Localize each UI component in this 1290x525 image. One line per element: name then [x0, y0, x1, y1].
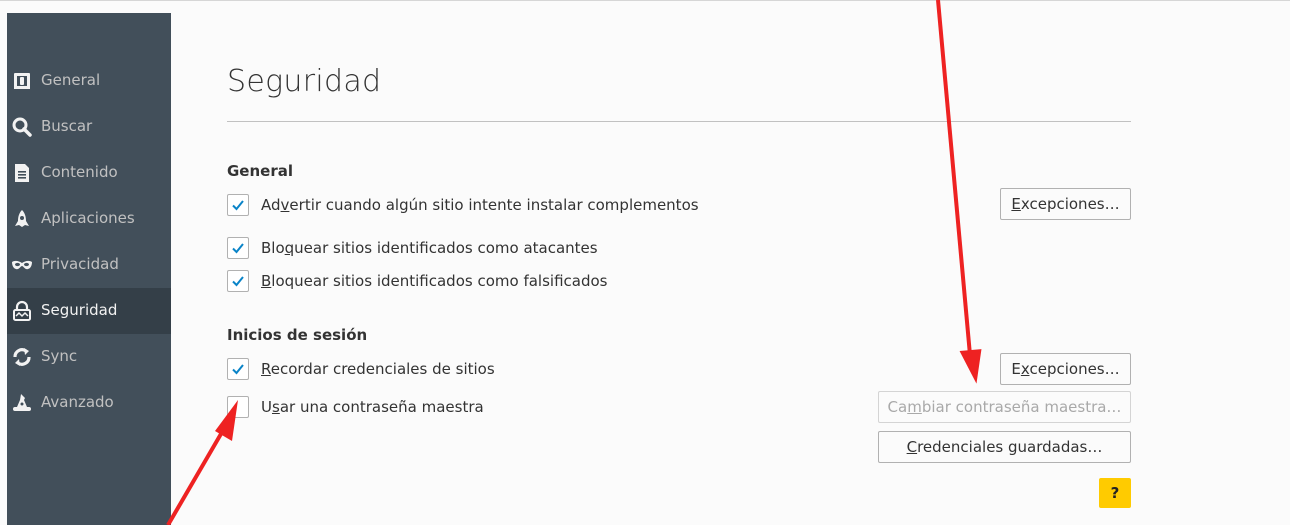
sidebar-item-label: Avanzado: [41, 393, 114, 411]
master-password-row: Usar una contraseña maestra: [227, 396, 827, 420]
master-password-label: Usar una contraseña maestra: [261, 398, 484, 416]
warn-addons-checkbox[interactable]: [227, 194, 249, 216]
saved-logins-button[interactable]: Credenciales guardadas…: [878, 431, 1131, 463]
lock-icon: [11, 300, 33, 322]
section-heading-logins: Inicios de sesión: [227, 326, 368, 344]
block-forgery-label: Bloquear sitios identificados como falsi…: [261, 272, 608, 290]
sidebar-item-applications[interactable]: Aplicaciones: [7, 196, 171, 242]
change-master-password-button[interactable]: Cambiar contraseña maestra…: [878, 391, 1131, 423]
page-title: Seguridad: [227, 64, 382, 99]
sidebar-item-label: Sync: [41, 347, 78, 365]
remember-logins-label: Recordar credenciales de sitios: [261, 360, 495, 378]
checkmark-icon: [232, 243, 244, 254]
block-attack-label: Bloquear sitios identificados como ataca…: [261, 239, 598, 257]
checkmark-icon: [232, 200, 244, 211]
title-divider: [227, 121, 1131, 122]
document-icon: [11, 162, 33, 184]
wizard-hat-icon: [11, 392, 33, 414]
checkmark-icon: [232, 276, 244, 287]
master-password-checkbox[interactable]: [227, 396, 249, 418]
remember-logins-checkbox[interactable]: [227, 358, 249, 380]
rocket-icon: [11, 208, 33, 230]
block-forgery-row: Bloquear sitios identificados como falsi…: [227, 270, 827, 294]
sidebar-item-label: Privacidad: [41, 255, 119, 273]
sidebar-item-label: General: [41, 71, 101, 89]
block-attack-row: Bloquear sitios identificados como ataca…: [227, 237, 827, 261]
warn-addons-row: Advertir cuando algún sitio intente inst…: [227, 194, 827, 218]
sidebar-item-privacy[interactable]: Privacidad: [7, 242, 171, 288]
top-divider: [0, 0, 1290, 1]
warn-addons-label: Advertir cuando algún sitio intente inst…: [261, 196, 699, 214]
preferences-window: General Buscar Contenido Aplicaciones Pr…: [0, 0, 1290, 525]
section-heading-general: General: [227, 162, 293, 180]
sidebar-item-content[interactable]: Contenido: [7, 150, 171, 196]
sidebar-item-advanced[interactable]: Avanzado: [7, 380, 171, 426]
block-forgery-checkbox[interactable]: [227, 270, 249, 292]
block-attack-checkbox[interactable]: [227, 237, 249, 259]
sidebar-item-general[interactable]: General: [7, 58, 171, 104]
mask-icon: [11, 254, 33, 276]
sidebar-item-security[interactable]: Seguridad: [7, 288, 171, 334]
addons-exceptions-button[interactable]: Excepciones…: [1000, 188, 1131, 220]
sidebar: General Buscar Contenido Aplicaciones Pr…: [7, 13, 171, 525]
sidebar-item-label: Contenido: [41, 163, 118, 181]
sidebar-item-search[interactable]: Buscar: [7, 104, 171, 150]
sidebar-item-label: Buscar: [41, 117, 93, 135]
arrow-to-saved-logins: [936, 0, 982, 384]
sync-icon: [11, 346, 33, 368]
checkmark-icon: [232, 364, 244, 375]
general-icon: [11, 70, 33, 92]
remember-logins-row: Recordar credenciales de sitios: [227, 358, 827, 382]
help-button[interactable]: ?: [1099, 478, 1131, 508]
sidebar-item-sync[interactable]: Sync: [7, 334, 171, 380]
sidebar-item-label: Aplicaciones: [41, 209, 135, 227]
search-icon: [11, 116, 33, 138]
sidebar-item-label: Seguridad: [41, 301, 118, 319]
logins-exceptions-button[interactable]: Excepciones…: [1000, 353, 1131, 385]
